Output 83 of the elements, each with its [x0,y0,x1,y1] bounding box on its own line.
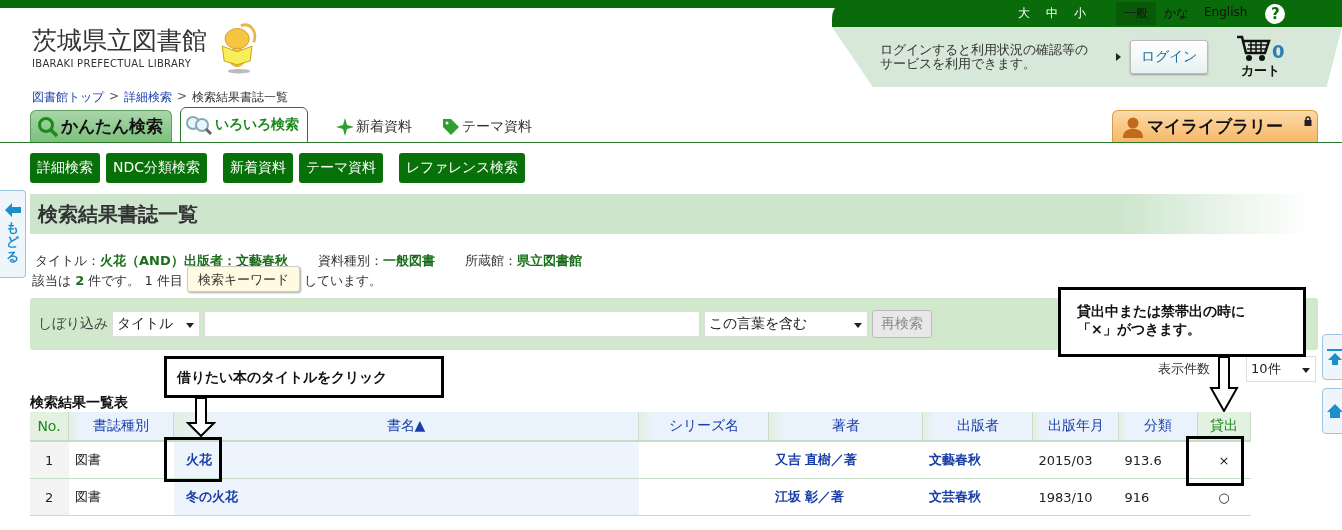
triangle-icon [1116,53,1121,61]
column-header[interactable]: 出版年月 [1032,412,1119,441]
table-caption: 検索結果一覧表 [30,394,129,412]
per-page-select[interactable]: 10件 [1246,356,1316,382]
column-header: No. [30,412,69,441]
left-arrow-icon [4,203,21,217]
callout-text: 貸出中または禁帯出の時に 「×」がつきます。 [1077,302,1246,338]
breadcrumb-separator: > [177,89,188,105]
search-icon [37,115,59,138]
column-header[interactable]: 書誌種別 [68,412,174,441]
column-header[interactable]: 分類 [1118,412,1198,441]
library-subtitle: IBARAKI PREFECTUAL LIBRARY [32,58,193,69]
table-cell: 916 [1124,489,1150,505]
table-link[interactable]: 文芸春秋 [928,489,981,504]
library-title[interactable]: 茨城県立図書館 [32,24,207,58]
table-cell: ○ [1218,489,1230,505]
column-header[interactable]: 出版者 [922,412,1033,441]
magnifier-icon [185,114,213,136]
login-message: ログインすると利用状況の確認等のサービスを利用できます。 [880,43,1089,71]
field-select[interactable]: タイトル [112,311,200,337]
per-page-label: 表示件数 [1158,360,1210,378]
sparkle-icon [336,118,354,136]
table-link[interactable]: 文藝春秋 [928,452,981,467]
match-select[interactable]: この言葉を含む [704,311,868,337]
table-link[interactable]: 火花 [185,452,212,467]
font-size-link[interactable]: 中 [1046,5,1058,22]
search-menu-button[interactable]: テーマ資料 [299,153,384,183]
filter-label: しぼり込み [38,315,108,333]
cart-label[interactable]: カート [1240,62,1280,80]
nav-link[interactable]: 新着資料 [336,118,412,136]
table-link[interactable]: 又吉 直樹／著 [774,452,858,467]
table-cell: 2 [45,489,54,505]
table-cell: 913.6 [1124,452,1162,468]
table-cell: 図書 [74,452,101,467]
table-cell: × [1218,452,1230,468]
column-header[interactable]: 書名▲ [173,412,639,441]
nav-link[interactable]: テーマ資料 [442,118,532,136]
back-label: もどる [6,221,19,264]
table-cell: 1983/10 [1038,489,1093,505]
font-size-link[interactable]: 小 [1074,5,1086,22]
page-title: 検索結果書誌一覧 [38,200,198,228]
caret-icon [186,323,194,328]
table-cell: 2015/03 [1038,452,1093,468]
login-button[interactable]: ログイン [1130,40,1208,74]
highlight-frame [164,437,222,482]
my-library-tab[interactable]: マイライブラリー [1112,110,1318,142]
lock-icon [1304,116,1312,126]
cart-count: 0 [1272,41,1285,62]
search-condition: 資料種別：一般図書 [317,252,435,270]
tooltip: 検索キーワード [186,266,300,292]
caret-icon [854,323,862,328]
search-menu-button[interactable]: 新着資料 [223,153,294,183]
scroll-top-button[interactable] [1322,334,1342,380]
caret-icon [1302,368,1310,373]
tag-icon [442,118,460,136]
search-tab[interactable]: かんたん検索 [30,110,172,142]
person-icon [1123,115,1143,138]
search-tab[interactable]: いろいろ検索 [180,107,308,143]
home-button[interactable] [1322,388,1342,434]
home-icon [1327,403,1342,419]
breadcrumb-item: 検索結果書誌一覧 [192,89,289,105]
breadcrumb-item[interactable]: 詳細検索 [124,89,173,105]
result-summary: しています。 [303,272,382,290]
help-button[interactable]: ? [1265,3,1286,24]
table-link[interactable]: 江坂 彰／著 [774,489,845,504]
callout-text: 借りたい本のタイトルをクリック [177,368,387,386]
breadcrumb-item[interactable]: 図書館トップ [32,89,104,105]
search-menu-button[interactable]: 詳細検索 [30,153,100,183]
highlight-frame [1186,436,1244,486]
table-cell: 図書 [74,489,101,504]
column-header[interactable]: 著者 [768,412,923,441]
table-cell: 1 [45,452,54,468]
table-link[interactable]: 冬の火花 [185,489,238,504]
up-arrow-icon [1327,349,1342,365]
keyword-input[interactable] [204,311,700,337]
search-menu-button[interactable]: レファレンス検索 [399,153,526,183]
search-menu-button[interactable]: NDC分類検索 [106,153,208,183]
breadcrumb-separator: > [109,89,120,105]
cart-icon[interactable] [1236,34,1272,62]
font-size-link[interactable]: 大 [1018,5,1030,22]
result-summary: 該当は 2 件です。 1 件目 [32,272,183,290]
search-condition: 所蔵館：県立図書館 [464,252,582,270]
column-header[interactable]: シリーズ名 [638,412,769,441]
